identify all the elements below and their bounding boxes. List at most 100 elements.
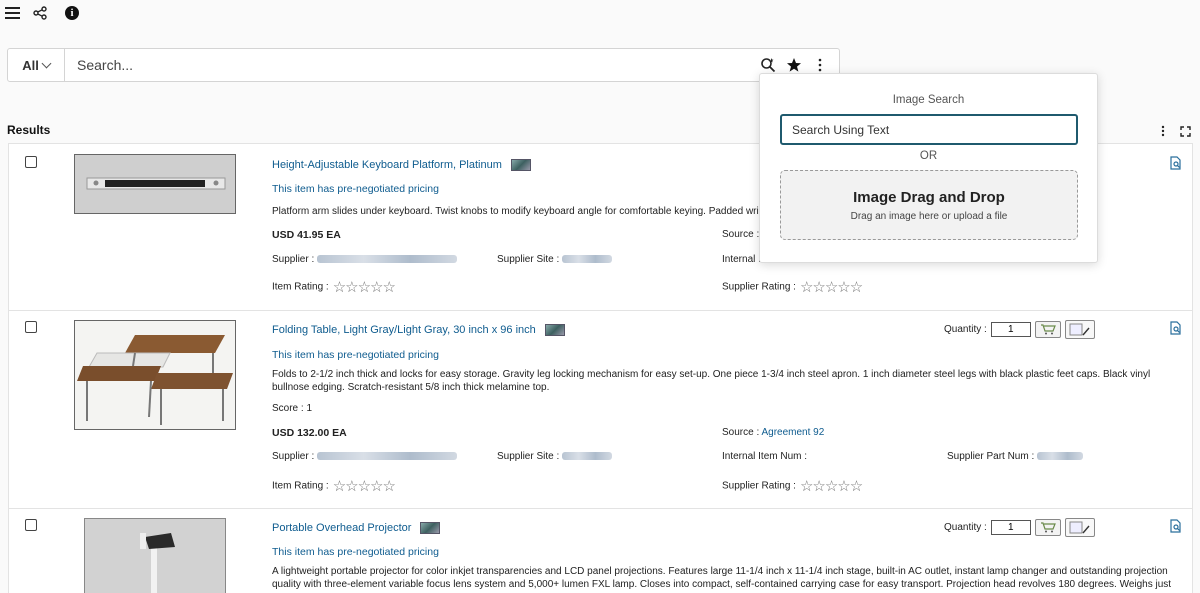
search-scope-label: All [22,57,39,73]
pricing-note: This item has pre-negotiated pricing [272,183,439,195]
product-image[interactable] [74,320,236,430]
supplier-value-redacted [317,452,458,461]
chevron-down-icon [41,58,52,68]
pricing-note: This item has pre-negotiated pricing [272,546,439,558]
supplier-rating-stars[interactable]: ☆☆☆☆☆ [800,278,863,296]
select-checkbox[interactable] [25,156,37,168]
results-heading: Results [7,123,51,137]
product-title-link[interactable]: Folding Table, Light Gray/Light Gray, 30… [272,324,565,337]
quantity-control: Quantity : [944,518,1095,537]
supplier-label: Supplier : [272,254,315,265]
item-rating-stars[interactable]: ☆☆☆☆☆ [333,278,396,296]
top-toolbar: i [0,0,1200,26]
product-price: USD 132.00 EA [272,427,347,439]
info-icon[interactable]: i [63,4,81,22]
cart-icon [1040,324,1056,335]
image-icon [420,522,441,535]
product-title: Height-Adjustable Keyboard Platform, Pla… [272,159,502,171]
fullscreen-icon[interactable] [1178,124,1192,138]
select-checkbox[interactable] [25,519,37,531]
results-actions [1156,124,1192,138]
supplier-site-label: Supplier Site : [497,451,560,462]
pricing-note: This item has pre-negotiated pricing [272,349,439,361]
supplier-label: Supplier : [272,451,315,462]
product-title: Portable Overhead Projector [272,522,412,534]
list-item: Portable Overhead Projector This item ha… [9,509,1192,593]
image-icon [544,324,565,337]
source-label: Source : [722,427,760,438]
score-field: Score : 1 [272,403,313,414]
hamburger-menu-icon[interactable] [4,4,22,22]
image-icon [510,159,531,172]
source-link[interactable]: Agreement 92 [761,427,824,438]
list-item: Folding Table, Light Gray/Light Gray, 30… [9,311,1192,509]
quantity-input[interactable] [990,520,1031,535]
product-description: Folds to 2-1/2 inch thick and locks for … [272,369,1151,393]
supplier-field: Supplier : [272,254,458,265]
product-description: A lightweight portable projector for col… [272,566,1172,593]
share-icon[interactable] [31,4,49,22]
product-price: USD 41.95 EA [272,229,341,241]
drop-zone-subtitle: Drag an image here or upload a file [850,211,1008,222]
item-rating-label: Item Rating : [272,480,329,492]
supplier-site-field: Supplier Site : [497,254,613,265]
supplier-part-redacted [1037,452,1084,461]
or-divider: OR [919,150,938,162]
search-bar: All [7,48,840,82]
supplier-rating-label: Supplier Rating : [722,281,796,293]
supplier-field: Supplier : [272,451,458,462]
supplier-rating-field: Supplier Rating : ☆☆☆☆☆ [722,278,863,296]
image-drop-zone[interactable]: Image Drag and Drop Drag an image here o… [780,170,1078,240]
item-rating-label: Item Rating : [272,281,329,293]
supplier-part-label: Supplier Part Num : [947,451,1035,462]
quantity-control: Quantity : [944,320,1095,339]
image-action-button[interactable] [1064,320,1095,339]
item-rating-stars[interactable]: ☆☆☆☆☆ [333,477,396,495]
image-search-popup: Image Search OR Image Drag and Drop Drag… [759,73,1098,263]
internal-item-field: Internal I [722,254,761,265]
image-action-button[interactable] [1064,518,1095,537]
product-title-link[interactable]: Height-Adjustable Keyboard Platform, Pla… [272,159,531,172]
document-search-icon[interactable] [1169,156,1183,170]
supplier-rating-stars[interactable]: ☆☆☆☆☆ [800,477,863,495]
more-vertical-icon[interactable] [810,55,830,75]
broken-image-icon [1069,521,1090,533]
star-icon[interactable] [784,55,804,75]
supplier-rating-label: Supplier Rating : [722,480,796,492]
quantity-input[interactable] [990,322,1031,337]
source-label: Source : [722,229,760,240]
add-to-cart-button[interactable] [1034,321,1061,338]
supplier-site-field: Supplier Site : [497,451,613,462]
select-checkbox[interactable] [25,321,37,333]
item-rating-field: Item Rating : ☆☆☆☆☆ [272,278,396,296]
cart-icon [1040,522,1056,533]
internal-item-field: Internal Item Num : [722,451,807,462]
document-search-icon[interactable] [1169,519,1183,533]
more-vertical-icon[interactable] [1156,124,1170,138]
quantity-label: Quantity : [944,522,987,533]
document-search-icon[interactable] [1169,321,1183,335]
item-rating-field: Item Rating : ☆☆☆☆☆ [272,477,396,495]
search-using-text-input[interactable] [780,114,1078,145]
image-search-icon[interactable] [758,55,778,75]
drop-zone-title: Image Drag and Drop [853,189,1005,206]
supplier-site-redacted [562,452,613,461]
broken-image-icon [1069,323,1090,335]
supplier-value-redacted [317,255,458,264]
supplier-part-field: Supplier Part Num : [947,451,1084,462]
supplier-rating-field: Supplier Rating : ☆☆☆☆☆ [722,477,863,495]
internal-item-label: Internal I [722,254,761,265]
search-scope-dropdown[interactable]: All [8,49,65,81]
image-search-title: Image Search [892,94,965,106]
quantity-label: Quantity : [944,324,987,335]
product-title-link[interactable]: Portable Overhead Projector [272,522,441,535]
source-field: Source : Agreement 92 [722,427,824,438]
product-image[interactable] [84,518,226,593]
supplier-site-redacted [562,255,613,264]
product-image[interactable] [74,154,236,214]
add-to-cart-button[interactable] [1034,519,1061,536]
product-title: Folding Table, Light Gray/Light Gray, 30… [272,324,536,336]
search-input[interactable] [65,49,758,81]
internal-item-label: Internal Item Num : [722,451,808,462]
supplier-site-label: Supplier Site : [497,254,560,265]
